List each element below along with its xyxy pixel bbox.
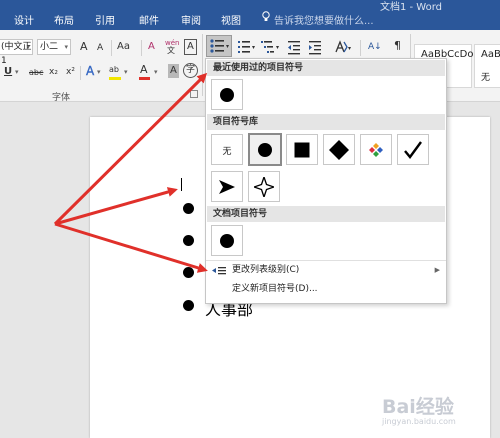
svg-text:▾: ▾	[276, 44, 279, 51]
bullet-library-header: 项目符号库	[207, 114, 445, 130]
tell-me-search[interactable]: 告诉我您想要做什么...	[274, 12, 374, 27]
watermark-logo: Bai经验 jingyan.baidu.com	[382, 392, 456, 426]
sort-button[interactable]: A↓	[368, 40, 382, 54]
tab-review[interactable]: 审阅	[181, 12, 201, 27]
svg-text:▾: ▾	[226, 43, 229, 50]
dialog-launcher-icon[interactable]	[190, 90, 198, 98]
bullet-filled-circle[interactable]	[248, 133, 282, 166]
four-point-star-icon	[254, 176, 274, 197]
svg-text:▾: ▾	[348, 45, 351, 52]
define-new-bullet-label: 定义新项目符号(D)...	[232, 284, 318, 294]
phonetic-guide-button[interactable]: 文	[167, 44, 175, 58]
font-color-swatch	[139, 77, 150, 80]
change-list-level-item[interactable]: 更改列表级别(C) ▶	[206, 262, 446, 279]
watermark-text: Bai经验	[382, 396, 454, 418]
style-no-spacing-preview: AaBb	[481, 49, 500, 60]
divider	[141, 40, 142, 56]
multilevel-list-icon[interactable]: ▾	[260, 38, 282, 56]
document-bullet-filled-circle[interactable]	[211, 225, 243, 256]
char-border-button[interactable]: A	[184, 39, 197, 55]
tab-view[interactable]: 视图	[221, 12, 241, 27]
bullet-arrowhead[interactable]	[211, 171, 243, 202]
list-level-icon	[212, 267, 226, 275]
font-name-combo[interactable]: (中文正1 ▾	[0, 39, 33, 66]
tab-references[interactable]: 引用	[95, 12, 115, 27]
divider	[202, 34, 203, 96]
menu-divider	[206, 260, 446, 261]
highlight-color-swatch	[109, 77, 121, 80]
lightbulb-icon	[262, 11, 270, 21]
text-cursor	[181, 178, 182, 191]
underline-button[interactable]: U	[4, 65, 12, 79]
filled-circle-icon	[220, 233, 234, 248]
show-marks-button[interactable]: ¶	[394, 39, 401, 53]
change-list-level-label: 更改列表级别(C)	[232, 265, 300, 275]
shrink-font-button[interactable]: A	[97, 41, 103, 55]
clear-format-button[interactable]: A	[148, 40, 155, 54]
chevron-down-icon[interactable]: ▾	[64, 40, 68, 54]
window-title: 文档1 - Word	[379, 2, 442, 13]
char-shading-button[interactable]: A	[168, 64, 179, 78]
divider	[80, 66, 81, 80]
list-bullet	[183, 203, 194, 214]
superscript-button[interactable]: x²	[66, 65, 75, 79]
numbering-icon[interactable]: ▾	[236, 38, 258, 56]
strikethrough-button[interactable]: abc	[29, 66, 43, 80]
bullet-checkmark[interactable]	[397, 134, 429, 165]
style-no-spacing-label: 无	[481, 73, 491, 83]
divider	[360, 40, 361, 56]
bullet-colored-diamonds[interactable]	[360, 134, 392, 165]
increase-indent-icon[interactable]	[307, 39, 323, 55]
chinese-layout-icon[interactable]: ▾	[334, 39, 354, 55]
checkmark-icon	[404, 140, 422, 159]
filled-circle-icon	[258, 142, 272, 157]
font-color-button[interactable]: A	[140, 63, 148, 77]
recent-bullets-header: 最近使用过的项目符号	[207, 60, 445, 76]
style-no-spacing[interactable]: AaBb 无	[474, 44, 500, 88]
tab-design[interactable]: 设计	[14, 12, 34, 27]
bullets-button[interactable]: ▾	[206, 35, 232, 57]
list-bullet	[183, 300, 194, 311]
text-effects-button[interactable]: A	[86, 64, 95, 78]
divider	[111, 40, 112, 56]
font-size-value: 小二	[40, 42, 59, 52]
font-size-combo[interactable]: 小二 ▾	[37, 39, 71, 55]
arrowhead-icon	[219, 179, 235, 194]
subscript-button[interactable]: x₂	[49, 65, 58, 79]
bullet-none[interactable]: 无	[211, 134, 243, 165]
decrease-indent-icon[interactable]	[286, 39, 302, 55]
chevron-down-icon[interactable]: ▾	[26, 40, 30, 54]
bullet-none-label: 无	[222, 147, 232, 157]
ribbon-tab-bar: 文档1 - Word 设计 布局 引用 邮件 审阅 视图 告诉我您想要做什么..…	[0, 0, 500, 30]
font-group-label: 字体	[52, 93, 71, 103]
recent-bullet-filled-circle[interactable]	[211, 79, 243, 110]
change-case-button[interactable]: Aa	[117, 40, 130, 54]
define-new-bullet-item[interactable]: 定义新项目符号(D)...	[206, 281, 446, 298]
tab-mailings[interactable]: 邮件	[139, 12, 159, 27]
enclose-char-button[interactable]: 字	[183, 63, 198, 78]
chevron-down-icon[interactable]: ▾	[15, 65, 19, 79]
filled-square-icon	[294, 142, 310, 157]
list-bullet	[183, 235, 194, 246]
bullet-list-icon: ▾	[210, 39, 229, 53]
bullet-library-dropdown: 最近使用过的项目符号 项目符号库 无 文档项目符号 更改列表级别(C) ▶ 定义…	[205, 58, 447, 304]
chevron-right-icon: ▶	[434, 266, 440, 274]
chevron-down-icon[interactable]: ▾	[124, 65, 128, 79]
chevron-down-icon[interactable]: ▾	[154, 65, 158, 79]
watermark-url: jingyan.baidu.com	[382, 417, 456, 426]
document-bullets-header: 文档项目符号	[207, 206, 445, 222]
four-diamonds-icon	[369, 142, 383, 157]
highlight-button[interactable]: ab	[109, 63, 119, 77]
bullet-filled-square[interactable]	[286, 134, 318, 165]
tab-layout[interactable]: 布局	[54, 12, 74, 27]
filled-circle-icon	[220, 87, 234, 102]
list-bullet	[183, 267, 194, 278]
chevron-down-icon[interactable]: ▾	[97, 65, 101, 79]
grow-font-button[interactable]: A	[80, 40, 88, 54]
bullet-four-point-star[interactable]	[248, 171, 280, 202]
bullet-diamond[interactable]	[323, 134, 355, 165]
svg-text:▾: ▾	[252, 44, 255, 51]
diamond-icon	[329, 139, 349, 160]
